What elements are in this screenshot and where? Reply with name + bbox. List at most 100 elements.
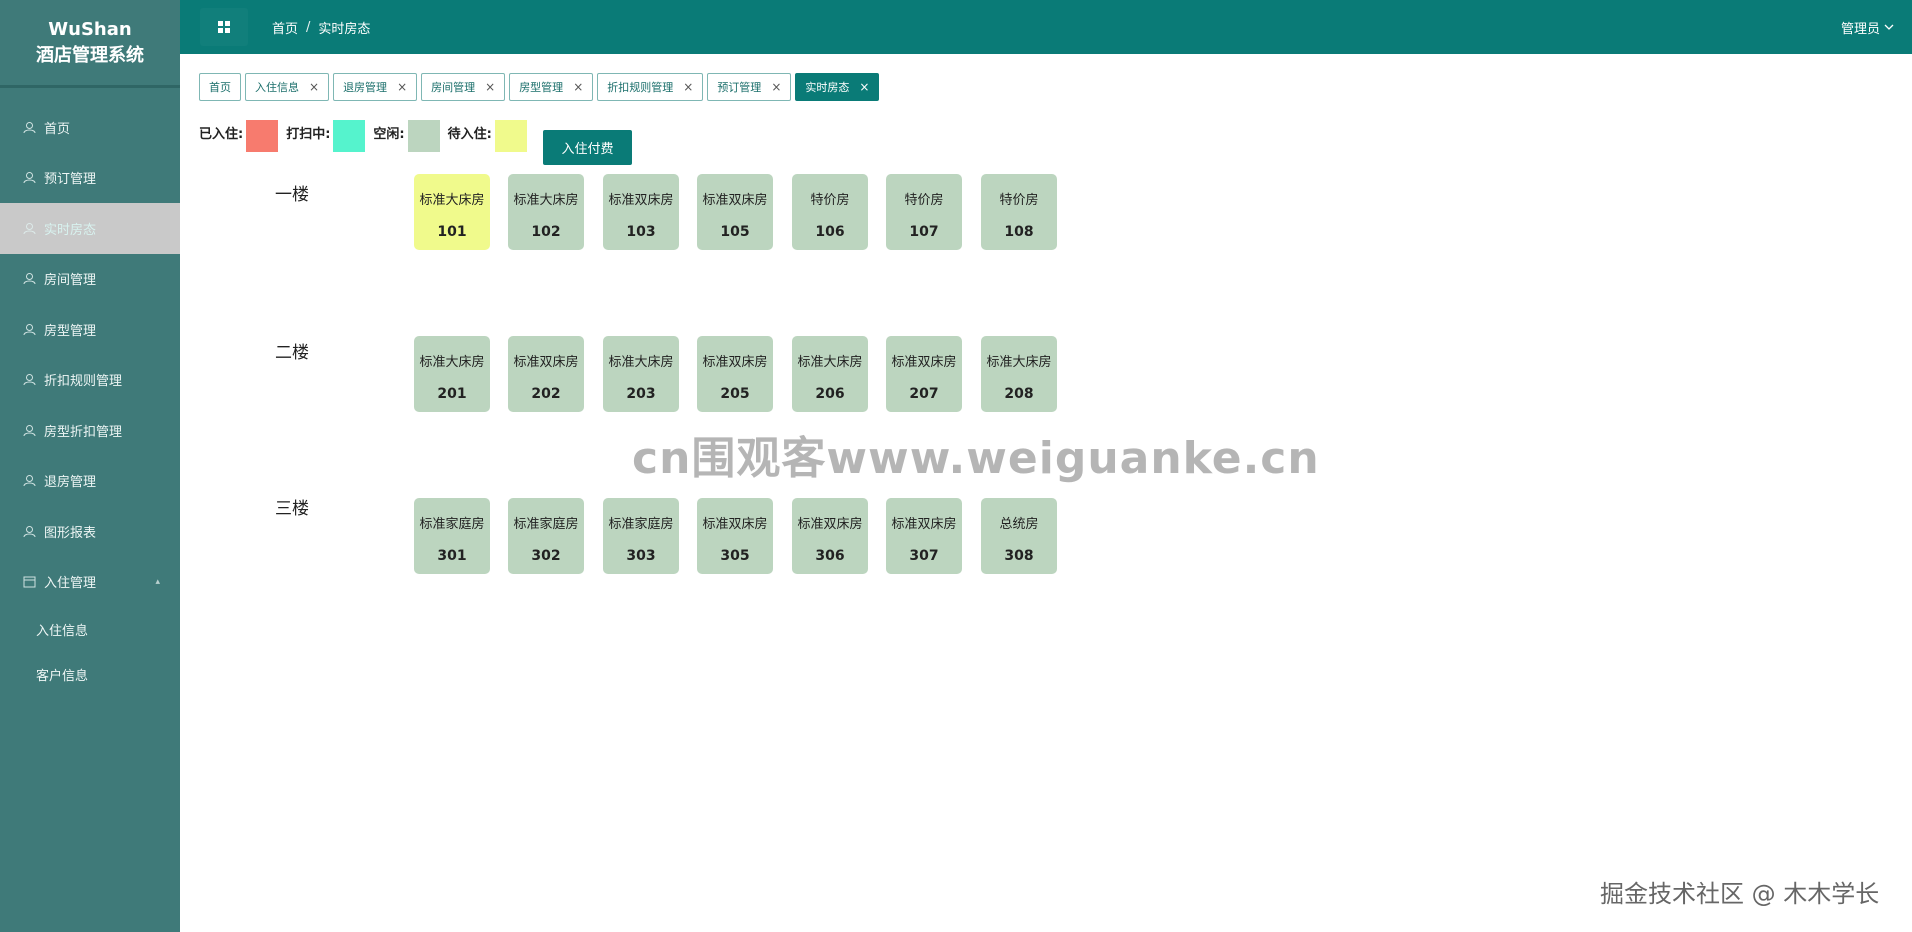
room-card-303[interactable]: 标准家庭房 303 [603, 498, 679, 574]
sidebar-item-8[interactable]: 图形报表 [0, 506, 180, 557]
user-icon [22, 322, 36, 336]
page-tabs: 首页 入住信息 × 退房管理 × 房间管理 × 房型管理 × 折扣规则管理 × 预订管理 × 实时房态 × [199, 73, 880, 101]
sidebar-item-1[interactable]: 预订管理 [0, 153, 180, 204]
room-number: 203 [626, 386, 656, 402]
calendar-icon [22, 575, 36, 589]
room-type: 标准家庭房 [608, 517, 674, 532]
room-card-206[interactable]: 标准大床房 206 [792, 336, 868, 412]
close-icon[interactable]: × [397, 80, 407, 94]
room-number: 108 [1004, 224, 1034, 240]
room-type: 标准双床房 [702, 193, 768, 208]
close-icon[interactable]: × [859, 80, 869, 94]
room-card-101[interactable]: 标准大床房 101 [414, 174, 490, 250]
legend-swatch-1 [333, 120, 366, 152]
sidebar: WuShan 酒店管理系统 首页 预订管理 实时房态 房间管理 房型管理 折扣规则管理 房型… [0, 0, 180, 932]
user-icon [22, 423, 36, 437]
room-type: 标准大床房 [513, 193, 579, 208]
close-icon[interactable]: × [309, 80, 319, 94]
user-icon [22, 474, 36, 488]
tab-4[interactable]: 房型管理 × [509, 73, 594, 101]
chevron-down-icon [1884, 24, 1894, 30]
sidebar-item-label: 预订管理 [44, 172, 97, 188]
submenu-item-0[interactable]: 入住信息 [0, 607, 180, 652]
room-card-205[interactable]: 标准双床房 205 [697, 336, 773, 412]
tab-3[interactable]: 房间管理 × [421, 73, 506, 101]
sidebar-item-0[interactable]: 首页 [0, 102, 180, 153]
room-number: 101 [437, 224, 467, 240]
sidebar-item-label: 首页 [44, 121, 71, 137]
room-type: 标准大床房 [797, 355, 863, 370]
tab-5[interactable]: 折扣规则管理 × [597, 73, 704, 101]
room-card-307[interactable]: 标准双床房 307 [886, 498, 962, 574]
tab-label: 首页 [209, 81, 231, 94]
room-card-108[interactable]: 特价房 108 [981, 174, 1057, 250]
sidebar-item-label: 退房管理 [44, 475, 97, 491]
sidebar-item-label: 入住管理 [44, 576, 97, 592]
room-number: 302 [531, 548, 561, 564]
tab-label: 折扣规则管理 [607, 81, 674, 94]
room-card-202[interactable]: 标准双床房 202 [508, 336, 584, 412]
room-card-302[interactable]: 标准家庭房 302 [508, 498, 584, 574]
tab-7[interactable]: 实时房态 × [795, 73, 880, 101]
room-type: 标准双床房 [513, 355, 579, 370]
tab-0[interactable]: 首页 [199, 73, 241, 101]
sidebar-item-label: 房型折扣管理 [44, 424, 123, 440]
user-menu[interactable]: 管理员 [1841, 18, 1894, 37]
room-type: 标准双床房 [891, 355, 957, 370]
breadcrumb-home[interactable]: 首页 [272, 18, 298, 37]
close-icon[interactable]: × [485, 80, 495, 94]
watermark-center: cn围观客www.weiguanke.cn [632, 433, 1320, 484]
room-card-306[interactable]: 标准双床房 306 [792, 498, 868, 574]
room-type: 标准双床房 [702, 517, 768, 532]
user-icon [22, 171, 36, 185]
sidebar-item-9[interactable]: 入住管理 ▴ [0, 557, 180, 608]
submenu-item-1[interactable]: 客户信息 [0, 652, 180, 697]
checkin-pay-button[interactable]: 入住付费 [543, 130, 632, 165]
room-card-106[interactable]: 特价房 106 [792, 174, 868, 250]
menu-toggle-button[interactable] [200, 8, 248, 46]
room-type: 特价房 [999, 193, 1039, 208]
sidebar-item-4[interactable]: 房型管理 [0, 304, 180, 355]
room-card-203[interactable]: 标准大床房 203 [603, 336, 679, 412]
tab-6[interactable]: 预订管理 × [707, 73, 792, 101]
room-number: 305 [720, 548, 750, 564]
room-number: 307 [909, 548, 939, 564]
sidebar-item-label: 图形报表 [44, 525, 97, 541]
legend-label-2: 空闲: [373, 127, 405, 142]
room-type: 标准双床房 [608, 193, 674, 208]
room-card-207[interactable]: 标准双床房 207 [886, 336, 962, 412]
room-card-308[interactable]: 总统房 308 [981, 498, 1057, 574]
room-number: 206 [815, 386, 845, 402]
close-icon[interactable]: × [573, 80, 583, 94]
floor-label-1: 二楼 [275, 343, 309, 363]
watermark-bottom-right: 掘金技术社区 @ 木木学长 [1600, 880, 1880, 908]
close-icon[interactable]: × [771, 80, 781, 94]
room-card-103[interactable]: 标准双床房 103 [603, 174, 679, 250]
sidebar-item-label: 房间管理 [44, 273, 97, 289]
sidebar-item-7[interactable]: 退房管理 [0, 456, 180, 507]
tab-2[interactable]: 退房管理 × [333, 73, 418, 101]
room-card-201[interactable]: 标准大床房 201 [414, 336, 490, 412]
room-type: 标准大床房 [608, 355, 674, 370]
sidebar-item-3[interactable]: 房间管理 [0, 254, 180, 305]
sidebar-item-2[interactable]: 实时房态 [0, 203, 180, 254]
room-type: 标准大床房 [419, 355, 485, 370]
room-card-305[interactable]: 标准双床房 305 [697, 498, 773, 574]
room-card-301[interactable]: 标准家庭房 301 [414, 498, 490, 574]
room-number: 208 [1004, 386, 1034, 402]
sidebar-menu: 首页预订管理实时房态房间管理房型管理 折扣规则管理房型折扣管理 退房管理图形报表入住… [0, 102, 180, 607]
top-header: 首页 / 实时房态 管理员 [180, 0, 1912, 54]
breadcrumb: 首页 / 实时房态 [272, 18, 370, 37]
sidebar-item-5[interactable]: 折扣规则管理 [0, 355, 180, 406]
room-card-105[interactable]: 标准双床房 105 [697, 174, 773, 250]
room-card-208[interactable]: 标准大床房 208 [981, 336, 1057, 412]
room-card-107[interactable]: 特价房 107 [886, 174, 962, 250]
room-number: 303 [626, 548, 656, 564]
sidebar-submenu: 入住信息 客户信息 [0, 607, 180, 697]
room-card-102[interactable]: 标准大床房 102 [508, 174, 584, 250]
close-icon[interactable]: × [683, 80, 693, 94]
user-icon [22, 272, 36, 286]
tab-1[interactable]: 入住信息 × [245, 73, 330, 101]
user-icon [22, 373, 36, 387]
sidebar-item-6[interactable]: 房型折扣管理 [0, 405, 180, 456]
